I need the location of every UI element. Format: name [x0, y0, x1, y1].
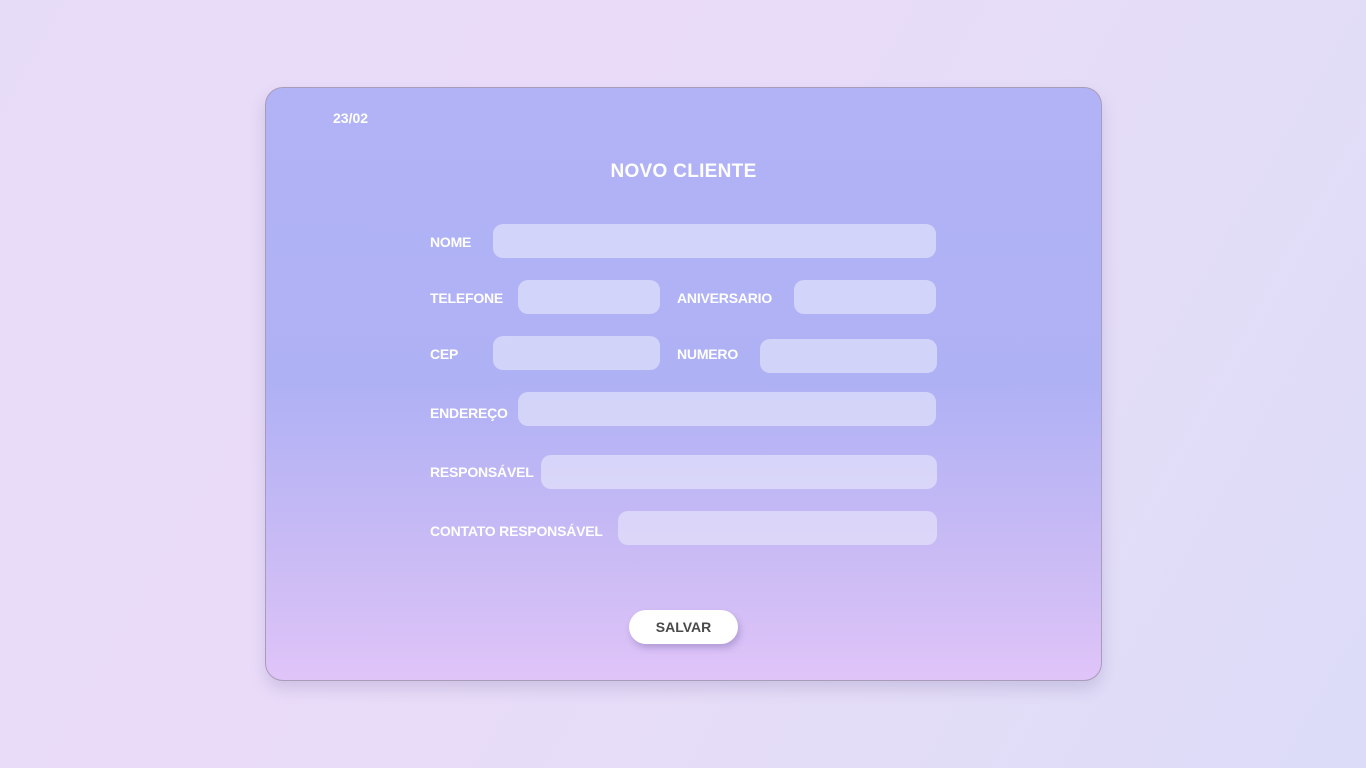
responsavel-label: RESPONSÁVEL [430, 464, 534, 480]
responsavel-field[interactable] [541, 455, 937, 489]
telefone-label: TELEFONE [430, 290, 504, 306]
new-client-card: 23/02 NOVO CLIENTE NOME TELEFONE ANIVERS… [265, 87, 1102, 681]
numero-label: NUMERO [677, 346, 739, 362]
save-button[interactable]: SALVAR [629, 610, 738, 644]
cep-field[interactable] [493, 336, 660, 370]
aniversario-label: ANIVERSARIO [677, 290, 773, 306]
nome-label: NOME [430, 234, 472, 250]
cep-label: CEP [430, 346, 459, 362]
nome-field[interactable] [493, 224, 936, 258]
page-title: NOVO CLIENTE [610, 161, 757, 182]
endereco-label: ENDEREÇO [430, 405, 508, 421]
numero-field[interactable] [760, 339, 937, 373]
endereco-field[interactable] [518, 392, 936, 426]
telefone-field[interactable] [518, 280, 660, 314]
aniversario-field[interactable] [794, 280, 936, 314]
contato-responsavel-label: CONTATO RESPONSÁVEL [430, 523, 603, 539]
date-label: 23/02 [333, 110, 369, 126]
contato-responsavel-field[interactable] [618, 511, 937, 545]
